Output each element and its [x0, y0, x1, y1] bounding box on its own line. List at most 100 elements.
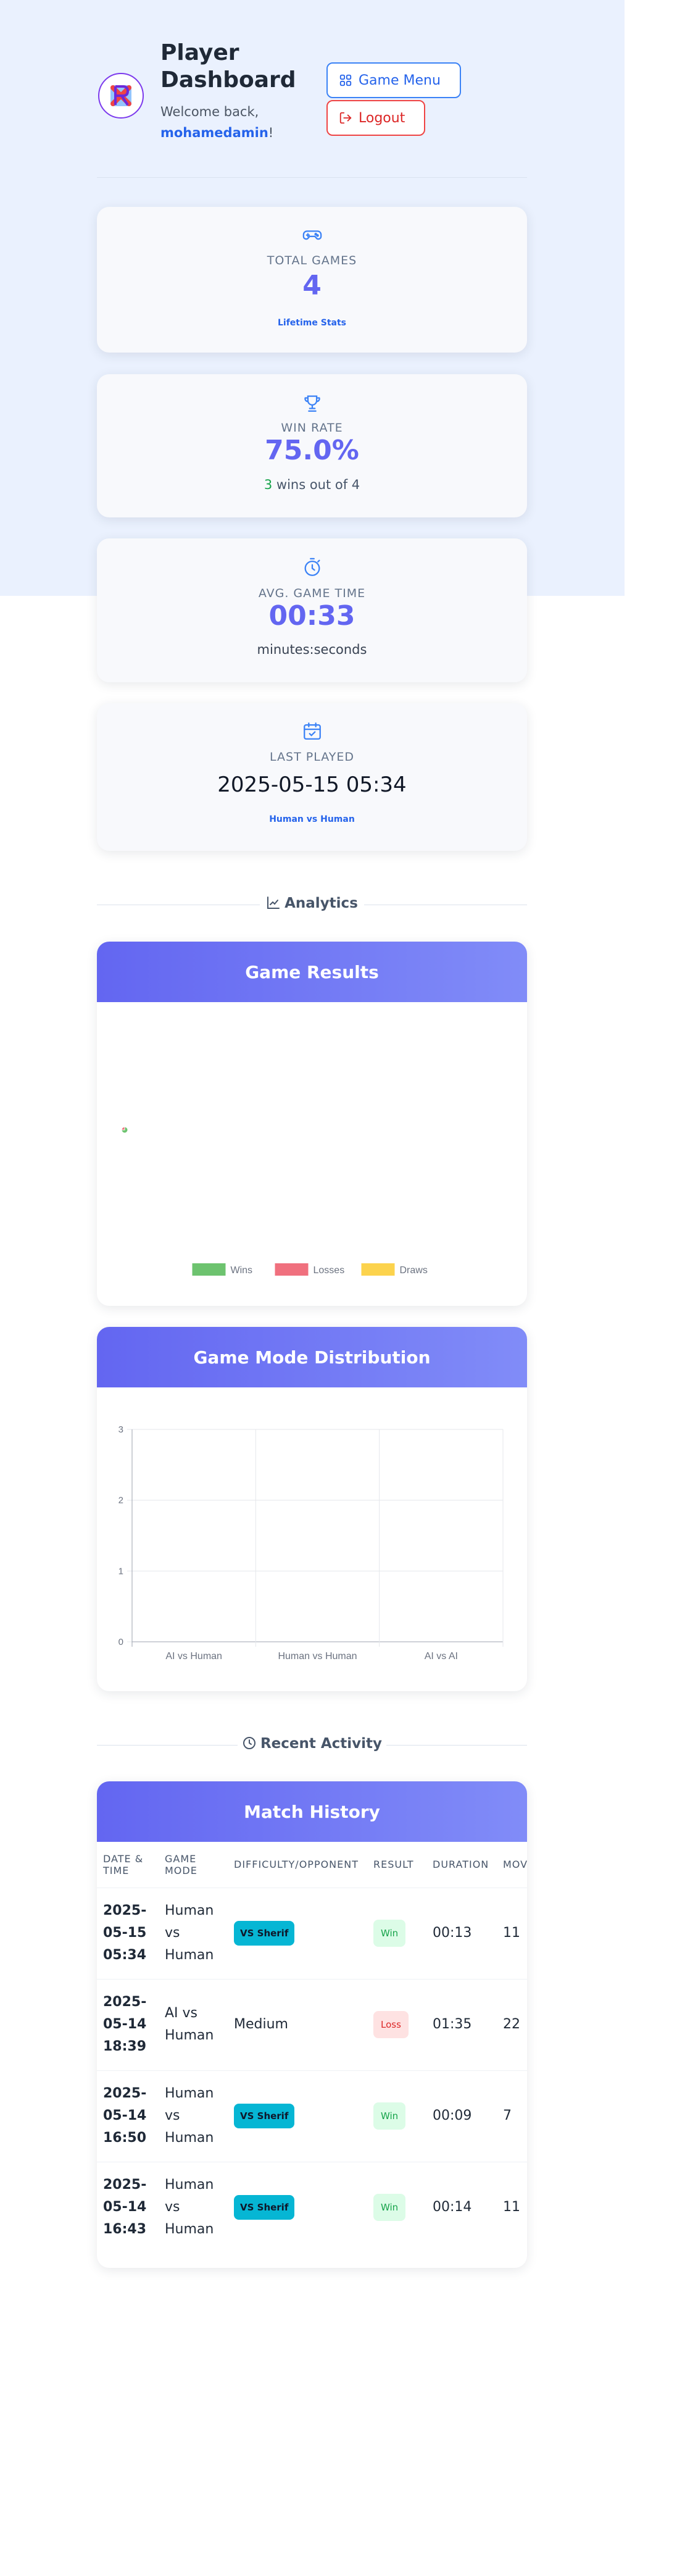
stopwatch-icon	[302, 557, 323, 578]
last-played-value: 2025-05-15 05:34	[217, 772, 407, 797]
game-mode-panel: Game Mode Distribution 0 1 2 3 AI vs Human Hu…	[97, 1327, 527, 1691]
username: mohamedamin	[160, 125, 268, 140]
result-badge: Win	[373, 1920, 406, 1947]
cell-mode: Human vs Human	[159, 1887, 228, 1979]
y-tick-label: 1	[118, 1566, 123, 1576]
x-tick-label: AI vs Human	[165, 1651, 222, 1662]
welcome-prefix: Welcome back,	[160, 104, 259, 119]
last-played-card: LAST PLAYED 2025-05-15 05:34 Human vs Hu…	[97, 703, 527, 851]
column-header-opponent: DIFFICULTY/OPPONENT	[228, 1842, 367, 1888]
header-divider	[97, 177, 527, 178]
avg-time-sub: minutes:seconds	[257, 642, 367, 657]
logout-label: Logout	[359, 110, 405, 126]
analytics-title-text: Analytics	[285, 895, 358, 911]
wins-count: 3	[264, 477, 273, 492]
y-tick-label: 2	[118, 1495, 123, 1506]
page-title: Player Dashboard	[160, 40, 296, 93]
pie-slice-losses[interactable]	[121, 1126, 125, 1131]
match-history-panel: Match History DATE & TIME GAME MODE DIFF…	[97, 1781, 527, 2268]
total-games-sub: Lifetime Stats	[277, 318, 346, 328]
recent-activity-heading: Recent Activity	[97, 1736, 527, 1754]
clock-icon	[243, 1737, 255, 1749]
logout-icon	[339, 112, 352, 124]
x-tick-label: Human vs Human	[278, 1651, 357, 1662]
legend-item-draws[interactable]: Draws	[361, 1263, 428, 1276]
match-history-header: Match History	[97, 1781, 527, 1842]
cell-mode: Human vs Human	[159, 2070, 228, 2162]
line-chart-icon	[267, 897, 280, 909]
cell-date: 2025-05-14 16:50	[97, 2070, 159, 2162]
calendar-check-icon	[302, 721, 323, 742]
avg-time-value: 00:33	[268, 600, 355, 632]
cell-date: 2025-05-14 18:39	[97, 1978, 159, 2070]
column-header-moves: MOVES	[497, 1842, 527, 1888]
total-games-value: 4	[302, 270, 322, 301]
game-mode-chart: 0 1 2 3 AI vs Human Human vs Human AI vs AI	[118, 1424, 504, 1662]
legend-item-losses[interactable]: Losses	[275, 1263, 345, 1276]
cell-opponent: Medium	[228, 1978, 367, 2070]
cell-duration: 00:09	[426, 2070, 497, 2162]
game-menu-label: Game Menu	[359, 72, 441, 88]
cell-duration: 00:14	[426, 2161, 497, 2253]
last-played-label: LAST PLAYED	[270, 750, 354, 764]
cell-opponent: VS Sherif	[228, 2161, 367, 2253]
legend-item-wins[interactable]: Wins	[192, 1263, 253, 1276]
recent-activity-title: Recent Activity	[97, 1736, 527, 1752]
game-results-panel: Game Results Wins Losses Draws	[97, 942, 527, 1306]
analytics-title: Analytics	[97, 895, 527, 911]
column-header-duration: DURATION	[426, 1842, 497, 1888]
column-header-date: DATE & TIME	[97, 1842, 159, 1888]
avg-time-label: AVG. GAME TIME	[258, 587, 366, 600]
table-row: 2025-05-14 16:50 Human vs Human VS Sherif W…	[97, 2070, 527, 2162]
analytics-heading: Analytics	[97, 895, 527, 914]
opponent-badge: VS Sherif	[234, 2195, 295, 2220]
game-results-header: Game Results	[97, 942, 527, 1002]
result-badge: Win	[373, 2102, 406, 2130]
gamepad-icon	[302, 224, 323, 245]
column-header-result: RESULT	[367, 1842, 426, 1888]
y-tick-label: 0	[118, 1637, 123, 1647]
total-games-label: TOTAL GAMES	[267, 254, 357, 267]
grid-icon	[339, 74, 352, 86]
game-results-chart: Wins Losses Draws	[121, 1126, 428, 1276]
cell-mode: Human vs Human	[159, 2161, 228, 2253]
legend-label: Draws	[400, 1265, 428, 1276]
cell-result: Win	[367, 1887, 426, 1979]
cell-result: Loss	[367, 1978, 426, 2070]
opponent-badge: VS Sherif	[234, 1921, 295, 1946]
cell-duration: 01:35	[426, 1978, 497, 2070]
legend-swatch	[275, 1263, 309, 1276]
last-played-sub: Human vs Human	[269, 814, 355, 824]
opponent-badge: VS Sherif	[234, 2104, 295, 2128]
win-rate-sub: 3 wins out of 4	[97, 477, 527, 492]
win-rate-card: WIN RATE 75.0% 3 wins out of 4	[97, 374, 527, 517]
cell-moves: 11	[497, 2161, 527, 2253]
logout-button[interactable]: Logout	[326, 100, 425, 136]
result-badge: Loss	[373, 2011, 409, 2038]
win-rate-label: WIN RATE	[281, 421, 343, 435]
recent-activity-title-text: Recent Activity	[260, 1736, 383, 1752]
logo-icon	[102, 77, 139, 114]
cell-opponent: VS Sherif	[228, 2070, 367, 2162]
legend-label: Wins	[231, 1265, 253, 1276]
match-history-table: DATE & TIME GAME MODE DIFFICULTY/OPPONEN…	[97, 1842, 527, 2253]
y-tick-label: 3	[118, 1424, 123, 1435]
total-games-card: TOTAL GAMES 4 Lifetime Stats	[97, 207, 527, 353]
cell-moves: 11	[497, 1887, 527, 1979]
avg-time-card: AVG. GAME TIME 00:33 minutes:seconds	[97, 538, 527, 682]
cell-duration: 00:13	[426, 1887, 497, 1979]
table-row: 2025-05-14 16:43 Human vs Human VS Sherif W…	[97, 2161, 527, 2253]
result-badge: Win	[373, 2194, 406, 2222]
welcome-suffix: !	[268, 125, 274, 140]
match-history-rows: 2025-05-15 05:34 Human vs Human VS Sherif W…	[97, 1887, 527, 2253]
table-row: 2025-05-14 18:39 AI vs Human Medium Loss 01:…	[97, 1978, 527, 2070]
column-header-mode: GAME MODE	[159, 1842, 228, 1888]
welcome-text: Welcome back, mohamedamin!	[160, 101, 296, 143]
game-menu-button[interactable]: Game Menu	[326, 62, 461, 98]
legend-swatch	[192, 1263, 226, 1276]
cell-result: Win	[367, 2070, 426, 2162]
cell-result: Win	[367, 2161, 426, 2253]
cell-opponent: VS Sherif	[228, 1887, 367, 1979]
cell-mode: AI vs Human	[159, 1978, 228, 2070]
win-rate-sub-text: wins out of 4	[276, 477, 360, 492]
